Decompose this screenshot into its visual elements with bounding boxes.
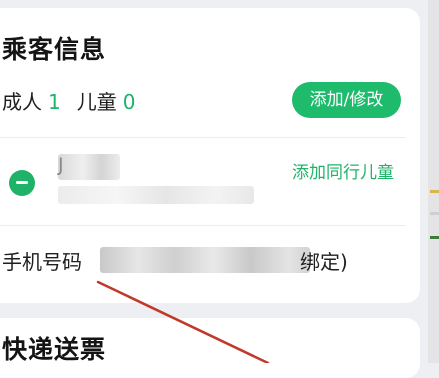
annotation-arrow: [96, 280, 270, 363]
annotation-arrow-line: [96, 280, 270, 363]
